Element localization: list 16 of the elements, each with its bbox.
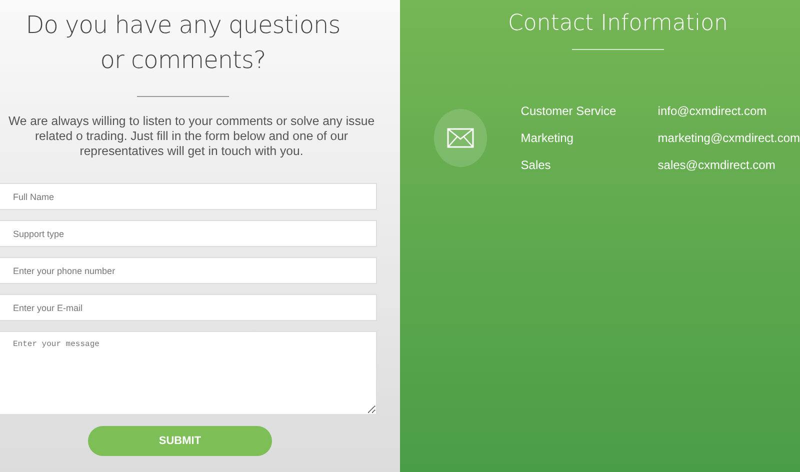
intro-paragraph: We are always willing to listen to your comments or solve any issue related o trading. Just fill in the form below and one of our representatives will get in touch with you.	[7, 114, 376, 159]
contact-label: Marketing	[520, 131, 574, 145]
envelope-icon	[446, 128, 474, 148]
submit-button[interactable]: SUBMIT	[88, 426, 272, 456]
input-field[interactable]: Enter your E-mail	[0, 294, 377, 321]
form-heading: Do you have any questions or comments?	[24, 10, 342, 76]
input-field[interactable]: Enter your phone number	[0, 257, 377, 284]
contact-label: Sales	[520, 158, 552, 172]
contact-email: sales@cxmdirect.com	[658, 158, 776, 172]
contact-label: Customer Service	[520, 104, 618, 118]
input-field[interactable]: Support type	[0, 220, 377, 247]
contact-email: info@cxmdirect.com	[658, 104, 768, 118]
input-field[interactable]: Full Name	[0, 183, 377, 210]
contact-email: marketing@cxmdirect.com	[658, 131, 800, 145]
message-field[interactable]: Enter your message	[0, 331, 377, 415]
contact-heading: Contact Information	[508, 10, 728, 38]
